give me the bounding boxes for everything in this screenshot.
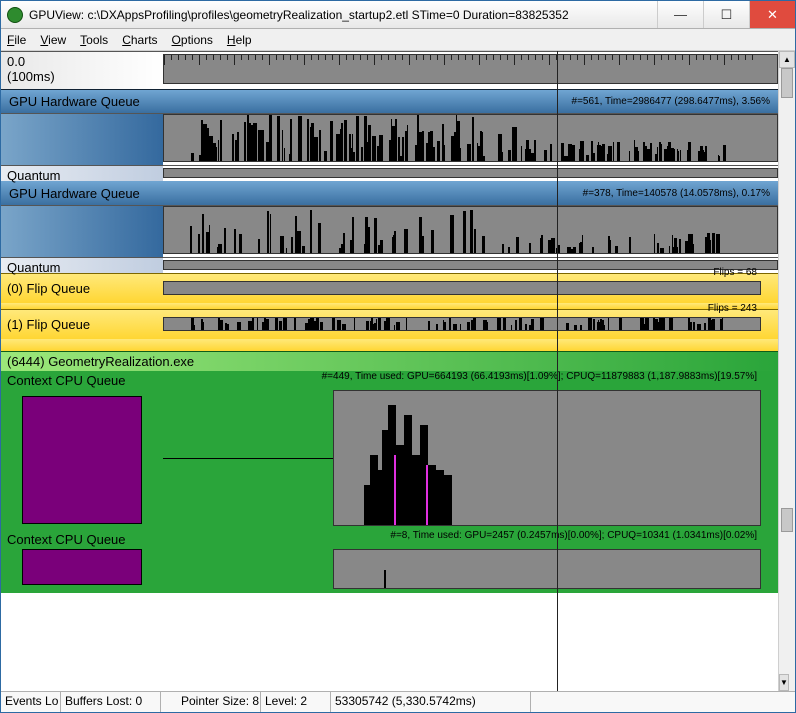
menu-options[interactable]: Options <box>172 33 213 47</box>
status-pos: 53305742 (5,330.5742ms) <box>331 692 531 712</box>
process-title: (6444) GeometryRealization.exe <box>1 352 778 371</box>
menu-charts[interactable]: Charts <box>122 33 157 47</box>
app-icon <box>7 7 23 23</box>
process-section: (6444) GeometryRealization.exe Context C… <box>1 351 778 593</box>
ruler-row: 0.0 (100ms) <box>1 51 778 89</box>
flip1-stats: Flips = 243 <box>708 303 757 314</box>
app-window: GPUView: c:\DXAppsProfiling\profiles\geo… <box>0 0 796 713</box>
window-buttons <box>657 1 795 28</box>
minimize-button[interactable] <box>657 1 703 28</box>
ctx2-preview[interactable] <box>22 549 142 585</box>
scroll-thumb-mid[interactable] <box>781 508 793 532</box>
menu-file[interactable]: File <box>7 33 26 47</box>
status-spacer <box>531 692 795 712</box>
status-events: Events Lo <box>1 692 61 712</box>
ruler-start: 0.0 <box>7 54 157 69</box>
flip-queue-1[interactable]: (1) Flip Queue Flips = 243 <box>1 309 778 339</box>
scroll-thumb-top[interactable] <box>781 68 793 98</box>
gpu-queue-1-header: GPU Hardware Queue #=561, Time=2986477 (… <box>1 89 778 113</box>
status-ptr: Pointer Size: 8 <box>161 692 261 712</box>
gpu-queue-1-track[interactable] <box>1 113 778 165</box>
gpu-queue-2-quantum: Quantum <box>1 257 778 273</box>
ruler-body[interactable] <box>163 52 778 89</box>
ctx2-stats: #=8, Time used: GPU=2457 (0.2457ms)[0.00… <box>163 530 761 541</box>
ruler-label: 0.0 (100ms) <box>1 52 163 89</box>
close-button[interactable] <box>749 1 795 28</box>
title-bar[interactable]: GPUView: c:\DXAppsProfiling\profiles\geo… <box>1 1 795 29</box>
ruler-gran: (100ms) <box>7 69 157 84</box>
timeline-lanes[interactable]: 0.0 (100ms) GPU Hardware Queue #=561, Ti… <box>1 51 778 691</box>
ctx1-stats: #=449, Time used: GPU=664193 (66.4193ms)… <box>163 371 761 382</box>
menu-bar: File View Tools Charts Options Help <box>1 29 795 51</box>
status-level: Level: 2 <box>261 692 331 712</box>
ctx1-track[interactable] <box>163 390 761 530</box>
flip0-stats: Flips = 68 <box>713 267 757 278</box>
menu-tools[interactable]: Tools <box>80 33 108 47</box>
gpu-queue-2-stats: #=378, Time=140578 (14.0578ms), 0.17% <box>583 188 770 199</box>
gpu-queue-1-title: GPU Hardware Queue <box>9 94 140 109</box>
ctx2-track[interactable] <box>163 549 761 593</box>
status-buffers: Buffers Lost: 0 <box>61 692 161 712</box>
scroll-up-button[interactable]: ▲ <box>779 51 795 68</box>
scroll-down-button[interactable]: ▼ <box>779 674 789 691</box>
content-area: 0.0 (100ms) GPU Hardware Queue #=561, Ti… <box>1 51 795 691</box>
gpu-queue-2-track[interactable] <box>1 205 778 257</box>
maximize-button[interactable] <box>703 1 749 28</box>
gpu-queue-2-header: GPU Hardware Queue #=378, Time=140578 (1… <box>1 181 778 205</box>
status-bar: Events Lo Buffers Lost: 0 Pointer Size: … <box>1 691 795 712</box>
vertical-scrollbar[interactable]: ▲ ▼ <box>778 51 795 691</box>
gpu-queue-2-title: GPU Hardware Queue <box>9 186 140 201</box>
menu-view[interactable]: View <box>40 33 66 47</box>
window-title: GPUView: c:\DXAppsProfiling\profiles\geo… <box>29 8 657 22</box>
gpu-queue-1-stats: #=561, Time=2986477 (298.6477ms), 3.56% <box>572 96 770 107</box>
ctx1-label: Context CPU Queue <box>1 371 163 390</box>
ctx2-label: Context CPU Queue <box>1 530 163 549</box>
ctx1-preview[interactable] <box>22 396 142 524</box>
menu-help[interactable]: Help <box>227 33 252 47</box>
flip-queue-0[interactable]: (0) Flip Queue Flips = 68 <box>1 273 778 303</box>
gpu-queue-1-quantum: Quantum <box>1 165 778 181</box>
